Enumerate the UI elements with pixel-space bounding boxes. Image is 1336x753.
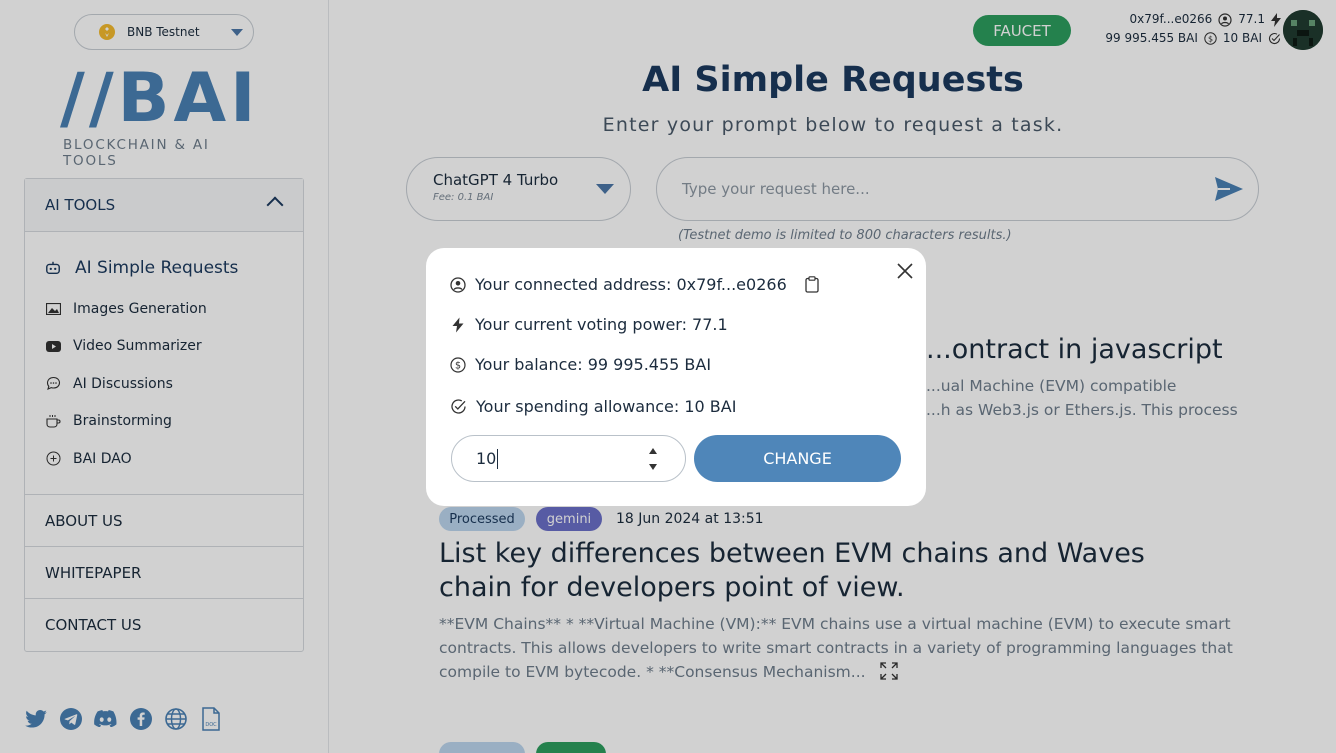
modal-voting-row: Your current voting power: 77.1 <box>450 315 728 334</box>
check-circle-icon <box>451 399 466 414</box>
user-circle-icon <box>450 276 466 293</box>
modal-allowance-row: Your spending allowance: 10 BAI <box>450 397 736 416</box>
modal-voting-power: Your current voting power: 77.1 <box>475 315 728 334</box>
number-stepper[interactable] <box>647 448 659 470</box>
text-cursor <box>497 448 499 469</box>
modal-address-row: Your connected address: 0x79f...e0266 <box>450 275 819 294</box>
stepper-down-icon[interactable] <box>649 464 657 470</box>
bolt-icon <box>452 317 464 332</box>
change-button[interactable]: CHANGE <box>694 435 901 482</box>
modal-balance-row: $ Your balance: 99 995.455 BAI <box>450 355 711 374</box>
svg-text:$: $ <box>455 360 461 371</box>
allowance-input[interactable]: 10 <box>451 435 686 482</box>
modal-allowance: Your spending allowance: 10 BAI <box>476 397 737 416</box>
account-modal: Your connected address: 0x79f...e0266 Yo… <box>426 248 926 506</box>
stepper-up-icon[interactable] <box>649 448 657 454</box>
modal-balance: Your balance: 99 995.455 BAI <box>475 355 712 374</box>
close-icon[interactable] <box>896 262 914 280</box>
clipboard-icon[interactable] <box>805 276 819 293</box>
modal-address: Your connected address: 0x79f...e0266 <box>475 275 787 294</box>
allowance-value: 10 <box>476 449 497 468</box>
coin-icon: $ <box>450 356 466 373</box>
